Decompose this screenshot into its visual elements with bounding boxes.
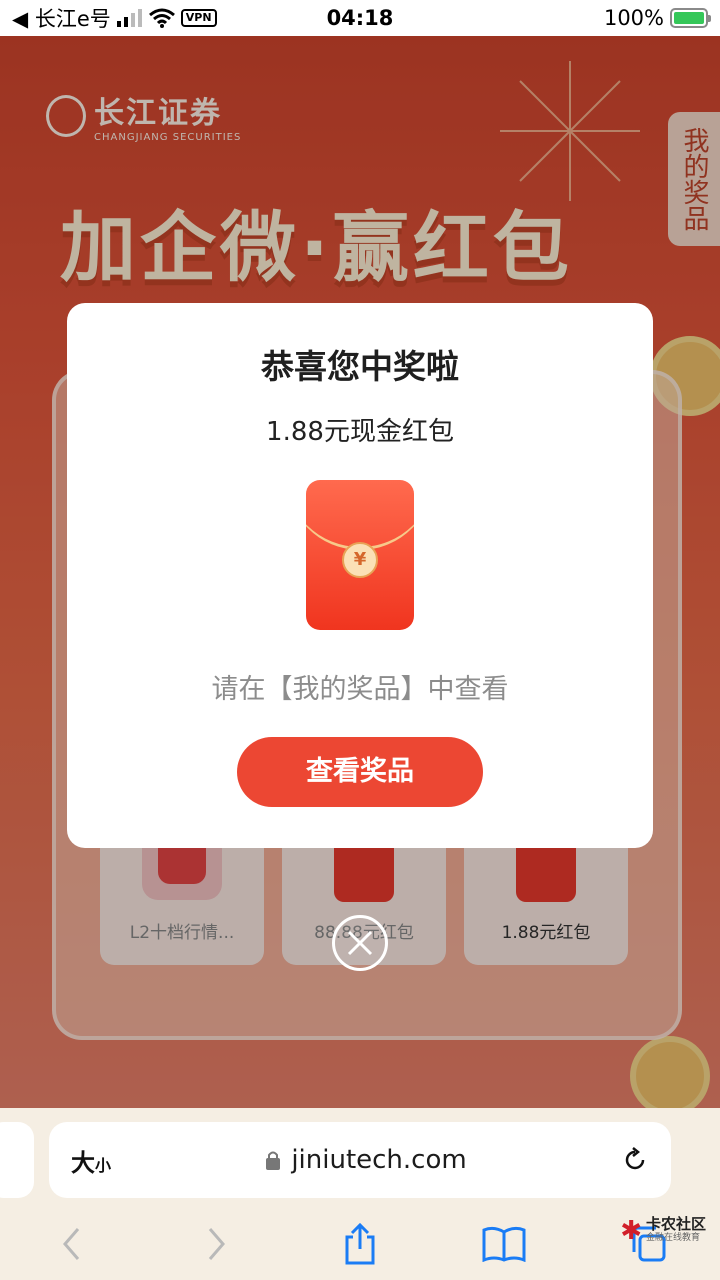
- bookmarks-button[interactable]: [474, 1214, 534, 1274]
- book-icon: [482, 1226, 526, 1262]
- back-to-app-link[interactable]: ◀ 长江e号: [12, 3, 111, 33]
- view-prize-button[interactable]: 查看奖品: [237, 737, 483, 807]
- status-bar: ◀ 长江e号 VPN 04:18 100%: [0, 0, 720, 36]
- battery-percent: 100%: [603, 6, 664, 30]
- watermark: ✱ 卡农社区 金融在线教育: [620, 1216, 706, 1246]
- cellular-signal-icon: [116, 9, 142, 27]
- previous-tab-edge[interactable]: [0, 1122, 34, 1198]
- prize-description: 1.88元现金红包: [266, 417, 454, 447]
- chevron-left-icon: [63, 1228, 80, 1260]
- lock-icon: [266, 1151, 281, 1170]
- back-button[interactable]: [42, 1214, 102, 1274]
- wifi-icon: [148, 8, 175, 28]
- dialog-hint: 请在【我的奖品】中查看: [211, 674, 509, 705]
- reload-icon[interactable]: [621, 1146, 649, 1174]
- share-icon: [345, 1223, 375, 1265]
- close-icon: [347, 930, 373, 956]
- address-bar[interactable]: 大小 jiniutech.com: [49, 1122, 671, 1198]
- forward-button[interactable]: [186, 1214, 246, 1274]
- text-size-button[interactable]: 大小: [71, 1143, 111, 1178]
- chevron-right-icon: [208, 1228, 225, 1260]
- red-envelope-icon: ¥: [306, 480, 414, 630]
- close-dialog-button[interactable]: [332, 915, 388, 971]
- dialog-title: 恭喜您中奖啦: [261, 347, 459, 386]
- win-prize-dialog: 恭喜您中奖啦 1.88元现金红包 ¥ 请在【我的奖品】中查看 查看奖品: [67, 303, 653, 848]
- watermark-subtext: 金融在线教育: [645, 1233, 700, 1243]
- watermark-logo-icon: ✱: [620, 1216, 642, 1246]
- url-text: jiniutech.com: [291, 1145, 467, 1175]
- watermark-text: 卡农社区: [645, 1215, 706, 1233]
- vpn-badge: VPN: [180, 9, 217, 27]
- safari-toolbar: 大小 jiniutech.com ✱ 卡农社区 金融在线教育: [0, 1108, 720, 1280]
- yuan-seal-icon: ¥: [342, 542, 378, 578]
- share-button[interactable]: [330, 1214, 390, 1274]
- battery-icon: [670, 8, 711, 28]
